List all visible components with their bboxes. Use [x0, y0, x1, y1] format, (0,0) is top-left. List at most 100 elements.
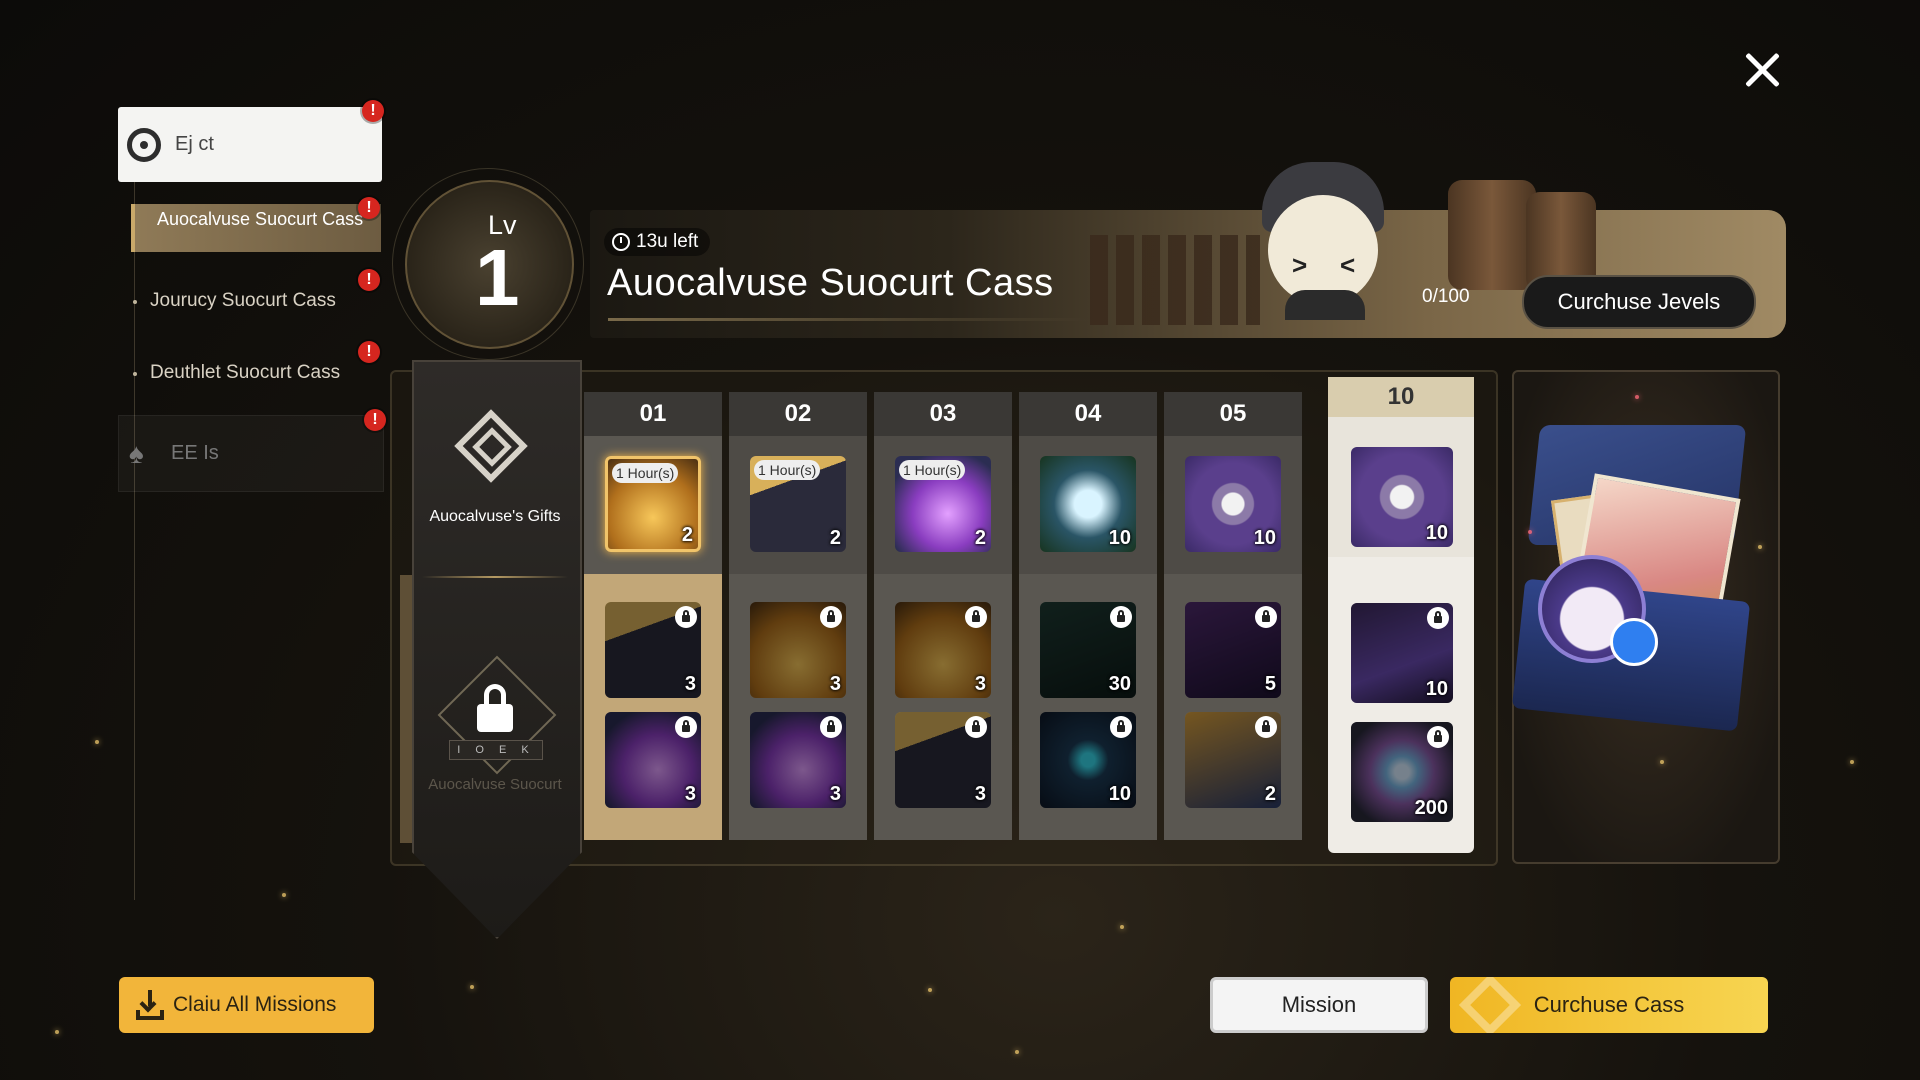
item-quantity: 3 [684, 673, 696, 695]
paid-track-label: Auocalvuse Suocurt [428, 776, 562, 793]
paid-reward-item[interactable]: 3 [895, 712, 991, 808]
reward-level: 04 [1019, 392, 1157, 436]
alert-badge: ! [364, 409, 386, 431]
paid-reward-item[interactable]: 3 [750, 602, 846, 698]
reward-level: 10 [1328, 377, 1474, 417]
paid-reward-item[interactable]: 3 [605, 712, 701, 808]
sidebar-item-label: Deuthlet Suocurt Cass [150, 362, 341, 383]
alert-badge: ! [358, 341, 380, 363]
item-quantity: 30 [1108, 673, 1131, 695]
item-quantity: 10 [1108, 527, 1131, 549]
sidebar-item-label: Jourucy Suocurt Cass [150, 290, 336, 311]
paid-reward-item[interactable]: 10 [1040, 712, 1136, 808]
nav-tree-line [134, 180, 135, 900]
lock-strip: I O E K [449, 740, 543, 760]
item-quantity: 2 [1264, 783, 1276, 805]
lock-icon [965, 716, 987, 738]
lock-icon [965, 606, 987, 628]
chibi-character-body [1285, 290, 1365, 320]
free-reward-item[interactable]: 1 Hour(s) 2 [605, 456, 701, 552]
lock-icon [675, 716, 697, 738]
paid-reward-item[interactable]: 200 [1351, 722, 1453, 822]
banner-fence-art [1090, 235, 1260, 325]
claim-all-label: Claiu All Missions [173, 993, 337, 1016]
duration-tag: 1 Hour(s) [612, 463, 679, 483]
flame-icon: ♠ [129, 437, 144, 469]
sidebar-item-deathlet[interactable]: Deuthlet Suocurt Cass [150, 362, 340, 384]
duration-tag: 1 Hour(s) [899, 460, 966, 480]
free-reward-item[interactable]: 1 Hour(s) 2 [750, 456, 846, 552]
lock-icon [1427, 607, 1449, 629]
chevron-deco-icon [1458, 977, 1522, 1033]
paid-reward-item[interactable]: 3 [605, 602, 701, 698]
item-quantity: 2 [681, 524, 693, 546]
featured-reward-column: 10 10 10 200 [1328, 377, 1474, 853]
smile-sticker-icon [1610, 618, 1658, 666]
free-reward-item[interactable]: 1 Hour(s) 2 [895, 456, 991, 552]
item-quantity: 3 [684, 783, 696, 805]
item-quantity: 10 [1108, 783, 1131, 805]
close-icon[interactable] [1740, 48, 1784, 92]
paid-reward-item[interactable]: 10 [1351, 603, 1453, 703]
barrel-art [1448, 180, 1536, 290]
sidebar-item-apocalypse[interactable]: Auocalvuse Suocurt Cass [131, 204, 381, 252]
sidebar-item-journey[interactable]: Jourucy Suocurt Cass [150, 290, 336, 312]
compass-icon [127, 127, 161, 162]
reward-level: 02 [729, 392, 867, 436]
item-quantity: 3 [974, 673, 986, 695]
reward-column: 02 1 Hour(s) 2 3 3 [729, 392, 867, 840]
free-track-label: Auocalvuse's Gifts [429, 508, 561, 525]
reward-level: 03 [874, 392, 1012, 436]
item-quantity: 2 [829, 527, 841, 549]
alert-badge: ! [358, 269, 380, 291]
free-reward-item[interactable]: 10 [1351, 447, 1453, 547]
item-quantity: 200 [1414, 797, 1448, 819]
duration-tag: 1 Hour(s) [754, 460, 821, 480]
time-left-text: 13u left [636, 231, 699, 252]
pass-title: Auocalvuse Suocurt Cass [607, 262, 1054, 304]
paid-reward-item[interactable]: 2 [1185, 712, 1281, 808]
time-left-badge: 13u left [604, 228, 711, 256]
item-quantity: 10 [1425, 678, 1448, 700]
lock-icon [1110, 716, 1132, 738]
purchase-pass-button[interactable]: Curchuse Cass [1450, 977, 1768, 1033]
purchase-pass-label: Curchuse Cass [1533, 992, 1685, 1017]
lock-icon [820, 716, 842, 738]
level-value: 1 [475, 233, 520, 322]
clock-icon [612, 233, 630, 251]
paid-reward-item[interactable]: 5 [1185, 602, 1281, 698]
item-quantity: 5 [1264, 673, 1276, 695]
lock-icon [1427, 726, 1449, 748]
lock-icon [1110, 606, 1132, 628]
nav-tab-top-label: Ej ct [175, 133, 214, 155]
item-quantity: 10 [1425, 522, 1448, 544]
item-quantity: 10 [1253, 527, 1276, 549]
nav-tab-bottom-label: EE Is [171, 442, 219, 464]
reward-column: 04 10 30 10 [1019, 392, 1157, 840]
lock-icon [1255, 716, 1277, 738]
free-reward-item[interactable]: 10 [1185, 456, 1281, 552]
paid-reward-item[interactable]: 3 [895, 602, 991, 698]
lock-icon [1255, 606, 1277, 628]
reward-column: 03 1 Hour(s) 2 3 3 [874, 392, 1012, 840]
reward-level: 01 [584, 392, 722, 436]
paid-reward-item[interactable]: 30 [1040, 602, 1136, 698]
mission-button[interactable]: Mission [1210, 977, 1428, 1033]
nav-tab-top[interactable]: Ej ct [118, 107, 382, 182]
purchase-levels-button[interactable]: Curchuse Jevels [1522, 275, 1756, 329]
reward-column: 01 1 Hour(s) 2 3 3 [584, 392, 722, 840]
paid-reward-item[interactable]: 3 [750, 712, 846, 808]
alert-badge: ! [362, 100, 384, 122]
lock-icon [820, 606, 842, 628]
reward-column: 05 10 5 2 [1164, 392, 1302, 840]
sidebar-item-label: Auocalvuse Suocurt Cass [157, 209, 364, 229]
free-reward-item[interactable]: 10 [1040, 456, 1136, 552]
alert-badge: ! [358, 197, 380, 219]
lock-icon [675, 606, 697, 628]
item-quantity: 2 [974, 527, 986, 549]
exp-progress-bar [608, 318, 1088, 321]
item-quantity: 3 [974, 783, 986, 805]
chibi-character [1268, 195, 1378, 305]
item-quantity: 3 [829, 673, 841, 695]
nav-tab-bottom[interactable]: ♠ EE Is [118, 415, 384, 492]
